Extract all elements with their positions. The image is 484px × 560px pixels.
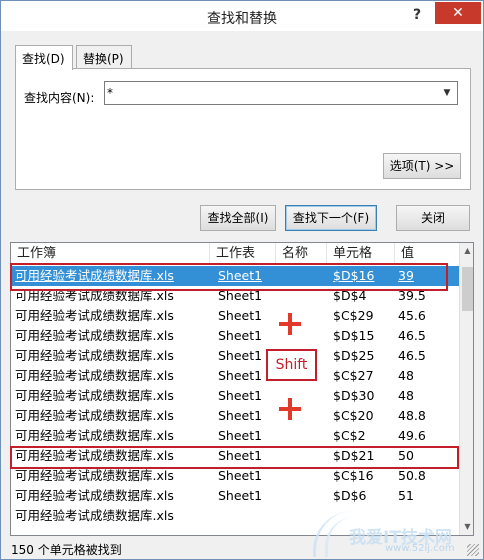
watermark: 我爱IT技术网 www.52ij.com [313,511,483,559]
close-icon[interactable]: ✕ [435,2,481,24]
find-next-button[interactable]: 查找下一个(F) [285,205,377,231]
row-cell: $D$21 [333,448,375,463]
row-value: 39.5 [398,288,426,303]
row-sheet: Sheet1 [218,468,263,483]
row-workbook: 可用经验考试成绩数据库.xls [15,388,174,403]
row-value: 48.8 [398,408,426,423]
row-sheet: Sheet1 [218,328,263,343]
table-row[interactable]: 可用经验考试成绩数据库.xls Sheet1 $C$20 48.8 [11,406,461,426]
row-workbook: 可用经验考试成绩数据库.xls [15,408,174,423]
scrollbar-thumb[interactable] [462,267,473,311]
row-workbook: 可用经验考试成绩数据库.xls [15,328,174,343]
row-cell: $D$4 [333,288,367,303]
table-row[interactable]: 可用经验考试成绩数据库.xls Sheet1 $D$30 48 [11,386,461,406]
row-sheet: Sheet1 [218,448,263,463]
row-workbook: 可用经验考试成绩数据库.xls [15,268,174,283]
table-row[interactable]: 可用经验考试成绩数据库.xls Sheet1 $D$21 50 [11,446,461,466]
row-name [285,426,329,446]
chevron-down-icon[interactable]: ▼ [439,84,455,102]
table-row[interactable]: 可用经验考试成绩数据库.xls Sheet1 $D$4 39.5 [11,286,461,306]
table-row[interactable]: 可用经验考试成绩数据库.xls Sheet1 $C$27 48 [11,366,461,386]
row-name [285,466,329,486]
row-workbook: 可用经验考试成绩数据库.xls [15,348,174,363]
row-workbook: 可用经验考试成绩数据库.xls [15,448,174,463]
row-cell: $D$16 [333,268,375,283]
tab-find[interactable]: 查找(D) [15,45,73,70]
column-header-workbook[interactable]: 工作簿 [11,243,210,265]
row-sheet: Sheet1 [218,288,263,303]
table-row[interactable]: 可用经验考试成绩数据库.xls Sheet1 $C$16 50.8 [11,466,461,486]
row-workbook: 可用经验考试成绩数据库.xls [15,468,174,483]
column-header-name[interactable]: 名称 [276,243,327,265]
table-row[interactable]: 可用经验考试成绩数据库.xls Sheet1 $D$6 51 [11,486,461,506]
column-header-value[interactable]: 值 [395,243,459,265]
vertical-scrollbar[interactable]: ▲ ▼ [459,243,473,535]
row-sheet: Sheet1 [218,408,263,423]
row-cell: $C$20 [333,408,374,423]
find-what-input[interactable] [107,84,437,102]
row-sheet: Sheet1 [218,488,263,503]
row-cell: $C$16 [333,468,374,483]
row-cell: $D$15 [333,328,375,343]
table-row[interactable]: 可用经验考试成绩数据库.xls Sheet1 $D$15 46.5 [11,326,461,346]
plus-icon [279,398,301,420]
row-name [285,266,329,286]
row-value: 51 [398,488,414,503]
find-what-combobox[interactable]: ▼ [104,81,458,105]
row-name [285,286,329,306]
row-value: 50.8 [398,468,426,483]
row-cell: $C$2 [333,428,366,443]
row-value: 50 [398,448,414,463]
row-workbook: 可用经验考试成绩数据库.xls [15,308,174,323]
find-tab-panel: 查找内容(N): ▼ 选项(T) >> [15,68,471,190]
options-button[interactable]: 选项(T) >> [383,153,461,179]
row-value: 39 [398,268,414,283]
find-replace-dialog: 查找和替换 ? ✕ 查找(D) 替换(P) 查找内容(N): ▼ 选项(T) >… [0,0,484,560]
column-header-sheet[interactable]: 工作表 [210,243,276,265]
column-header-cell[interactable]: 单元格 [327,243,395,265]
results-list[interactable]: 工作簿 工作表 名称 单元格 值 可用经验考试成绩数据库.xls Sheet1 … [10,242,474,536]
table-row[interactable]: 可用经验考试成绩数据库.xls Sheet1 $C$2 49.6 [11,426,461,446]
row-value: 45.6 [398,308,426,323]
question-mark-icon[interactable]: ? [407,3,427,27]
row-cell: $C$29 [333,308,374,323]
row-value: 46.5 [398,348,426,363]
close-button[interactable]: 关闭 [396,205,470,231]
plus-icon [279,313,301,335]
tab-replace[interactable]: 替换(P) [76,45,132,69]
row-sheet: Sheet1 [218,388,263,403]
table-row[interactable]: 可用经验考试成绩数据库.xls Sheet1 $D$25 46.5 [11,346,461,366]
watermark-url: www.52ij.com [385,543,455,554]
row-sheet [218,506,278,526]
find-all-button[interactable]: 查找全部(I) [200,205,276,231]
row-cell: $D$30 [333,388,375,403]
row-sheet: Sheet1 [218,308,263,323]
find-what-label: 查找内容(N): [24,91,95,105]
row-sheet: Sheet1 [218,428,263,443]
row-workbook: 可用经验考试成绩数据库.xls [15,288,174,303]
row-name [285,486,329,506]
row-workbook: 可用经验考试成绩数据库.xls [15,368,174,383]
table-row[interactable]: 可用经验考试成绩数据库.xls Sheet1 $C$29 45.6 [11,306,461,326]
row-workbook: 可用经验考试成绩数据库.xls [15,508,174,523]
shift-key-annotation: Shift [266,349,317,381]
row-value: 49.6 [398,428,426,443]
row-cell: $D$6 [333,488,367,503]
row-value: 46.5 [398,328,426,343]
row-value: 48 [398,388,414,403]
row-workbook: 可用经验考试成绩数据库.xls [15,428,174,443]
row-cell: $D$25 [333,348,375,363]
title-bar[interactable]: 查找和替换 ? ✕ [1,1,483,31]
row-cell: $C$27 [333,368,374,383]
row-value: 48 [398,368,414,383]
table-row[interactable]: 可用经验考试成绩数据库.xls Sheet1 $D$16 39 [11,266,461,286]
row-name [285,446,329,466]
status-text: 150 个单元格被找到 [11,543,122,557]
row-sheet: Sheet1 [218,268,263,283]
scroll-up-arrow-icon[interactable]: ▲ [460,243,473,259]
row-workbook: 可用经验考试成绩数据库.xls [15,488,174,503]
